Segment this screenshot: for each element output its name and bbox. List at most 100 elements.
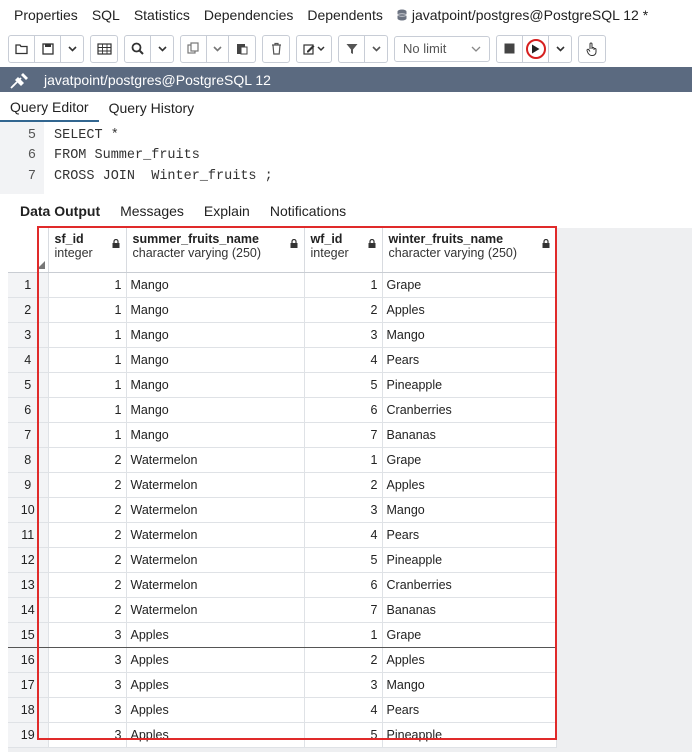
cell-wf-id[interactable]: 7 bbox=[304, 597, 383, 623]
cell-summer-fruits-name[interactable]: Apples bbox=[126, 722, 305, 748]
table-row[interactable]: 2 1 Mango 2 Apples bbox=[8, 297, 557, 323]
row-number[interactable]: 4 bbox=[8, 347, 49, 373]
column-header-summer-fruits-name[interactable]: summer_fruits_name character varying (25… bbox=[126, 228, 305, 273]
cell-sf-id[interactable]: 1 bbox=[48, 297, 127, 323]
cell-summer-fruits-name[interactable]: Watermelon bbox=[126, 522, 305, 548]
cell-sf-id[interactable]: 2 bbox=[48, 472, 127, 498]
cell-sf-id[interactable]: 1 bbox=[48, 347, 127, 373]
cell-winter-fruits-name[interactable]: Cranberries bbox=[382, 572, 557, 598]
table-row[interactable]: 10 2 Watermelon 3 Mango bbox=[8, 497, 557, 523]
cell-winter-fruits-name[interactable]: Pineapple bbox=[382, 372, 557, 398]
tab-dependencies[interactable]: Dependencies bbox=[197, 0, 301, 30]
cell-sf-id[interactable]: 1 bbox=[48, 372, 127, 398]
sql-editor[interactable]: 5 SELECT * 6 FROM Summer_fruits 7 CROSS … bbox=[0, 122, 692, 194]
row-number[interactable]: 2 bbox=[8, 297, 49, 323]
cell-summer-fruits-name[interactable]: Mango bbox=[126, 372, 305, 398]
cell-wf-id[interactable]: 5 bbox=[304, 722, 383, 748]
tab-properties[interactable]: Properties bbox=[0, 0, 85, 30]
cell-wf-id[interactable]: 1 bbox=[304, 622, 383, 648]
execute-button[interactable] bbox=[523, 35, 549, 62]
cell-winter-fruits-name[interactable]: Pineapple bbox=[382, 722, 557, 748]
cell-sf-id[interactable]: 3 bbox=[48, 647, 127, 673]
cell-summer-fruits-name[interactable]: Watermelon bbox=[126, 572, 305, 598]
cell-winter-fruits-name[interactable]: Apples bbox=[382, 297, 557, 323]
cell-summer-fruits-name[interactable]: Mango bbox=[126, 272, 305, 298]
row-number[interactable]: 17 bbox=[8, 672, 49, 698]
cell-sf-id[interactable]: 2 bbox=[48, 522, 127, 548]
cell-winter-fruits-name[interactable]: Grape bbox=[382, 447, 557, 473]
cell-wf-id[interactable]: 4 bbox=[304, 522, 383, 548]
tab-query-history[interactable]: Query History bbox=[99, 100, 205, 122]
table-row[interactable]: 18 3 Apples 4 Pears bbox=[8, 697, 557, 723]
row-number[interactable]: 8 bbox=[8, 447, 49, 473]
cell-wf-id[interactable]: 4 bbox=[304, 697, 383, 723]
find-button[interactable] bbox=[125, 35, 151, 62]
table-row[interactable]: 1 1 Mango 1 Grape bbox=[8, 272, 557, 298]
table-row[interactable]: 12 2 Watermelon 5 Pineapple bbox=[8, 547, 557, 573]
delete-button[interactable] bbox=[263, 36, 289, 62]
cell-winter-fruits-name[interactable]: Bananas bbox=[382, 422, 557, 448]
filter-button[interactable] bbox=[339, 35, 365, 62]
cell-winter-fruits-name[interactable]: Apples bbox=[382, 472, 557, 498]
table-row[interactable]: 19 3 Apples 5 Pineapple bbox=[8, 722, 557, 748]
table-row[interactable]: 15 3 Apples 1 Grape bbox=[8, 622, 557, 648]
open-file-button[interactable] bbox=[9, 35, 35, 62]
cell-winter-fruits-name[interactable]: Pears bbox=[382, 697, 557, 723]
grid-corner[interactable] bbox=[8, 228, 49, 273]
cell-wf-id[interactable]: 4 bbox=[304, 347, 383, 373]
tab-messages[interactable]: Messages bbox=[110, 203, 194, 219]
cell-wf-id[interactable]: 6 bbox=[304, 397, 383, 423]
cell-sf-id[interactable]: 1 bbox=[48, 397, 127, 423]
table-row[interactable]: 9 2 Watermelon 2 Apples bbox=[8, 472, 557, 498]
cell-wf-id[interactable]: 5 bbox=[304, 372, 383, 398]
find-dropdown-button[interactable] bbox=[151, 36, 173, 62]
row-number[interactable]: 16 bbox=[8, 647, 49, 673]
connection-status-icon[interactable] bbox=[10, 71, 32, 89]
cell-sf-id[interactable]: 3 bbox=[48, 722, 127, 748]
cell-sf-id[interactable]: 2 bbox=[48, 597, 127, 623]
cell-wf-id[interactable]: 1 bbox=[304, 447, 383, 473]
cell-winter-fruits-name[interactable]: Grape bbox=[382, 272, 557, 298]
cell-winter-fruits-name[interactable]: Mango bbox=[382, 497, 557, 523]
cell-sf-id[interactable]: 2 bbox=[48, 547, 127, 573]
cell-sf-id[interactable]: 3 bbox=[48, 697, 127, 723]
save-file-button[interactable] bbox=[35, 35, 61, 62]
table-row[interactable]: 6 1 Mango 6 Cranberries bbox=[8, 397, 557, 423]
row-number[interactable]: 6 bbox=[8, 397, 49, 423]
edit-button[interactable] bbox=[297, 36, 331, 62]
cell-winter-fruits-name[interactable]: Mango bbox=[382, 672, 557, 698]
tab-sql[interactable]: SQL bbox=[85, 0, 127, 30]
copy-button[interactable] bbox=[181, 35, 207, 62]
row-limit-select[interactable]: No limit bbox=[394, 35, 490, 62]
table-row[interactable]: 5 1 Mango 5 Pineapple bbox=[8, 372, 557, 398]
cell-summer-fruits-name[interactable]: Watermelon bbox=[126, 547, 305, 573]
cell-wf-id[interactable]: 3 bbox=[304, 497, 383, 523]
copy-dropdown-button[interactable] bbox=[207, 35, 229, 62]
cell-sf-id[interactable]: 3 bbox=[48, 622, 127, 648]
tab-dependents[interactable]: Dependents bbox=[300, 0, 390, 30]
tab-query-editor[interactable]: Query Editor bbox=[0, 99, 99, 122]
table-row[interactable]: 11 2 Watermelon 4 Pears bbox=[8, 522, 557, 548]
tab-query-tool[interactable]: javatpoint/postgres@PostgreSQL 12 * bbox=[390, 0, 655, 30]
table-row[interactable]: 17 3 Apples 3 Mango bbox=[8, 672, 557, 698]
cell-sf-id[interactable]: 2 bbox=[48, 572, 127, 598]
table-row[interactable]: 8 2 Watermelon 1 Grape bbox=[8, 447, 557, 473]
table-row[interactable]: 4 1 Mango 4 Pears bbox=[8, 347, 557, 373]
row-number[interactable]: 3 bbox=[8, 322, 49, 348]
stop-button[interactable] bbox=[497, 35, 523, 62]
cell-wf-id[interactable]: 3 bbox=[304, 322, 383, 348]
cell-summer-fruits-name[interactable]: Apples bbox=[126, 647, 305, 673]
cell-wf-id[interactable]: 2 bbox=[304, 297, 383, 323]
tab-data-output[interactable]: Data Output bbox=[8, 203, 110, 219]
tab-notifications[interactable]: Notifications bbox=[260, 203, 356, 219]
cell-wf-id[interactable]: 6 bbox=[304, 572, 383, 598]
row-number[interactable]: 7 bbox=[8, 422, 49, 448]
row-number[interactable]: 9 bbox=[8, 472, 49, 498]
row-number[interactable]: 1 bbox=[8, 272, 49, 298]
find-grid-button[interactable] bbox=[91, 36, 117, 62]
cell-summer-fruits-name[interactable]: Apples bbox=[126, 622, 305, 648]
cell-summer-fruits-name[interactable]: Mango bbox=[126, 397, 305, 423]
column-header-winter-fruits-name[interactable]: winter_fruits_name character varying (25… bbox=[382, 228, 557, 273]
cell-summer-fruits-name[interactable]: Mango bbox=[126, 422, 305, 448]
cell-summer-fruits-name[interactable]: Apples bbox=[126, 697, 305, 723]
